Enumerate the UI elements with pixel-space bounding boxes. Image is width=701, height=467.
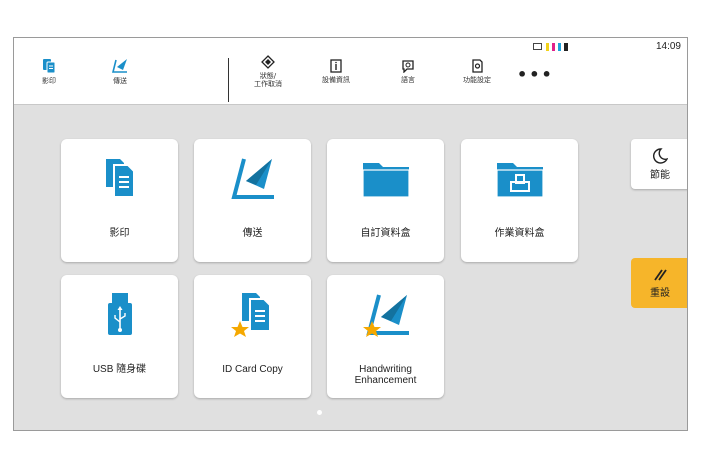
tile-custom-box-label: 自訂資料盒: [360, 228, 411, 239]
device-info-button[interactable]: 設備資訊: [316, 38, 356, 104]
send-shortcut-button[interactable]: 傳送: [104, 38, 136, 104]
tile-id-card-copy-label: ID Card Copy: [222, 364, 283, 375]
tile-custom-box[interactable]: 自訂資料盒: [327, 139, 444, 262]
reset-button[interactable]: 重設: [631, 258, 687, 308]
energy-saver-label: 節能: [650, 169, 670, 181]
tile-job-box[interactable]: 作業資料盒: [461, 139, 578, 262]
star-icon: [230, 321, 249, 337]
tile-usb-drive[interactable]: USB 隨身碟: [61, 275, 178, 398]
language-button[interactable]: 語言: [393, 38, 423, 104]
usb-icon: [107, 293, 132, 335]
reset-icon: [654, 268, 667, 281]
job-box-icon: [495, 163, 544, 198]
language-icon: [402, 59, 414, 73]
toner-cyan-icon: [558, 43, 561, 51]
tile-id-card-copy[interactable]: ID Card Copy: [194, 275, 311, 398]
tile-handwriting-enhancement[interactable]: Handwriting Enhancement: [327, 275, 444, 398]
handwriting-enhancement-icon: [362, 294, 409, 337]
device-info-label: 設備資訊: [322, 75, 350, 84]
status-icon: [261, 54, 275, 69]
copy-shortcut-label: 影印: [42, 76, 56, 85]
send-icon: [112, 58, 127, 73]
status-indicators: [533, 43, 568, 51]
function-settings-button[interactable]: 功能設定: [457, 38, 497, 104]
toner-magenta-icon: [552, 43, 555, 51]
reset-label: 重設: [650, 287, 670, 299]
device-info-icon: [330, 58, 342, 73]
function-settings-icon: [472, 58, 483, 73]
id-card-copy-icon: [230, 293, 271, 337]
touch-panel-screen: 影印 傳送 狀態/ 工作取消 設備資訊 語言 功能設定 ••• 14:09 影印…: [13, 37, 688, 431]
status-job-cancel-label: 狀態/ 工作取消: [254, 71, 282, 88]
send-icon: [230, 158, 274, 199]
page-indicator-dot: [317, 410, 322, 415]
top-toolbar: 影印 傳送 狀態/ 工作取消 設備資訊 語言 功能設定 ••• 14:09: [14, 38, 687, 105]
copy-icon: [43, 58, 56, 73]
moon-icon: [653, 147, 668, 164]
clock: 14:09: [655, 41, 681, 52]
language-label: 語言: [401, 75, 415, 84]
tile-usb-drive-label: USB 隨身碟: [92, 364, 147, 375]
toner-black-icon: [564, 43, 568, 51]
status-job-cancel-button[interactable]: 狀態/ 工作取消: [246, 38, 290, 104]
energy-saver-button[interactable]: 節能: [631, 139, 687, 189]
function-settings-label: 功能設定: [463, 75, 491, 84]
copy-shortcut-button[interactable]: 影印: [33, 38, 65, 104]
send-shortcut-label: 傳送: [113, 76, 127, 85]
custom-box-icon: [361, 163, 410, 198]
tile-handwriting-enhancement-label: Handwriting Enhancement: [327, 364, 444, 386]
panel-screen-icon: [533, 43, 542, 50]
copy-icon: [105, 159, 135, 198]
tile-send-label: 傳送: [242, 228, 263, 239]
tile-send[interactable]: 傳送: [194, 139, 311, 262]
toner-yellow-icon: [546, 43, 549, 51]
more-menu-button[interactable]: •••: [517, 67, 554, 83]
toolbar-divider: [228, 58, 229, 102]
tile-copy[interactable]: 影印: [61, 139, 178, 262]
tile-copy-label: 影印: [109, 228, 130, 239]
tile-job-box-label: 作業資料盒: [494, 228, 545, 239]
tile-handwriting-enhancement-label-line1: Handwriting: [359, 364, 412, 375]
tile-handwriting-enhancement-label-line2: Enhancement: [354, 375, 417, 386]
